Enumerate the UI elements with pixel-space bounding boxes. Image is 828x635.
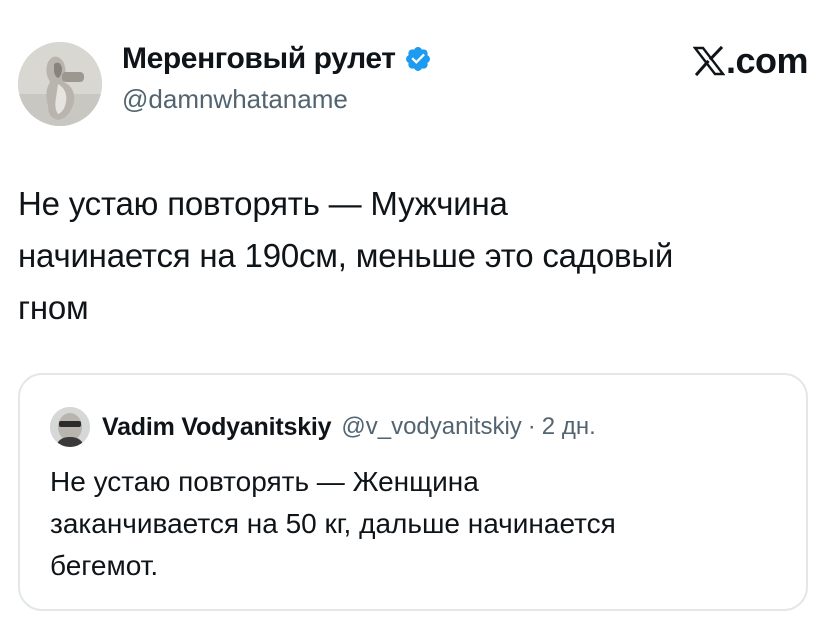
- quoted-tweet-text: Не устаю повторять — Женщина заканчивает…: [50, 466, 616, 581]
- tweet-header: Меренговый рулет @damnwhataname .com: [18, 40, 810, 132]
- author-handle[interactable]: @damnwhataname: [122, 84, 432, 115]
- author-identity: Меренговый рулет @damnwhataname: [122, 40, 432, 115]
- quoted-tweet-timestamp[interactable]: 2 дн.: [542, 413, 596, 441]
- verified-badge-icon[interactable]: [404, 45, 432, 73]
- quoted-author-avatar[interactable]: [50, 407, 90, 447]
- meta-separator: ·: [527, 413, 536, 440]
- quoted-tweet-header: Vadim Vodyanitskiy @v_vodyanitskiy · 2 д…: [50, 407, 596, 447]
- x-logo-icon: [692, 45, 726, 77]
- quoted-tweet-card[interactable]: Vadim Vodyanitskiy @v_vodyanitskiy · 2 д…: [18, 373, 808, 611]
- author-avatar[interactable]: [18, 42, 102, 126]
- quoted-author-avatar-image: [50, 407, 90, 447]
- quoted-author-handle[interactable]: @v_vodyanitskiy: [341, 413, 521, 441]
- brand-watermark: .com: [692, 40, 809, 82]
- author-avatar-image: [18, 42, 102, 126]
- tweet-body-text: Не устаю повторять — Мужчина начинается …: [18, 185, 674, 326]
- author-display-name[interactable]: Меренговый рулет: [122, 42, 396, 76]
- quoted-author-name[interactable]: Vadim Vodyanitskiy: [102, 413, 332, 442]
- display-name-row: Меренговый рулет: [122, 40, 432, 78]
- brand-domain-text: .com: [725, 40, 809, 81]
